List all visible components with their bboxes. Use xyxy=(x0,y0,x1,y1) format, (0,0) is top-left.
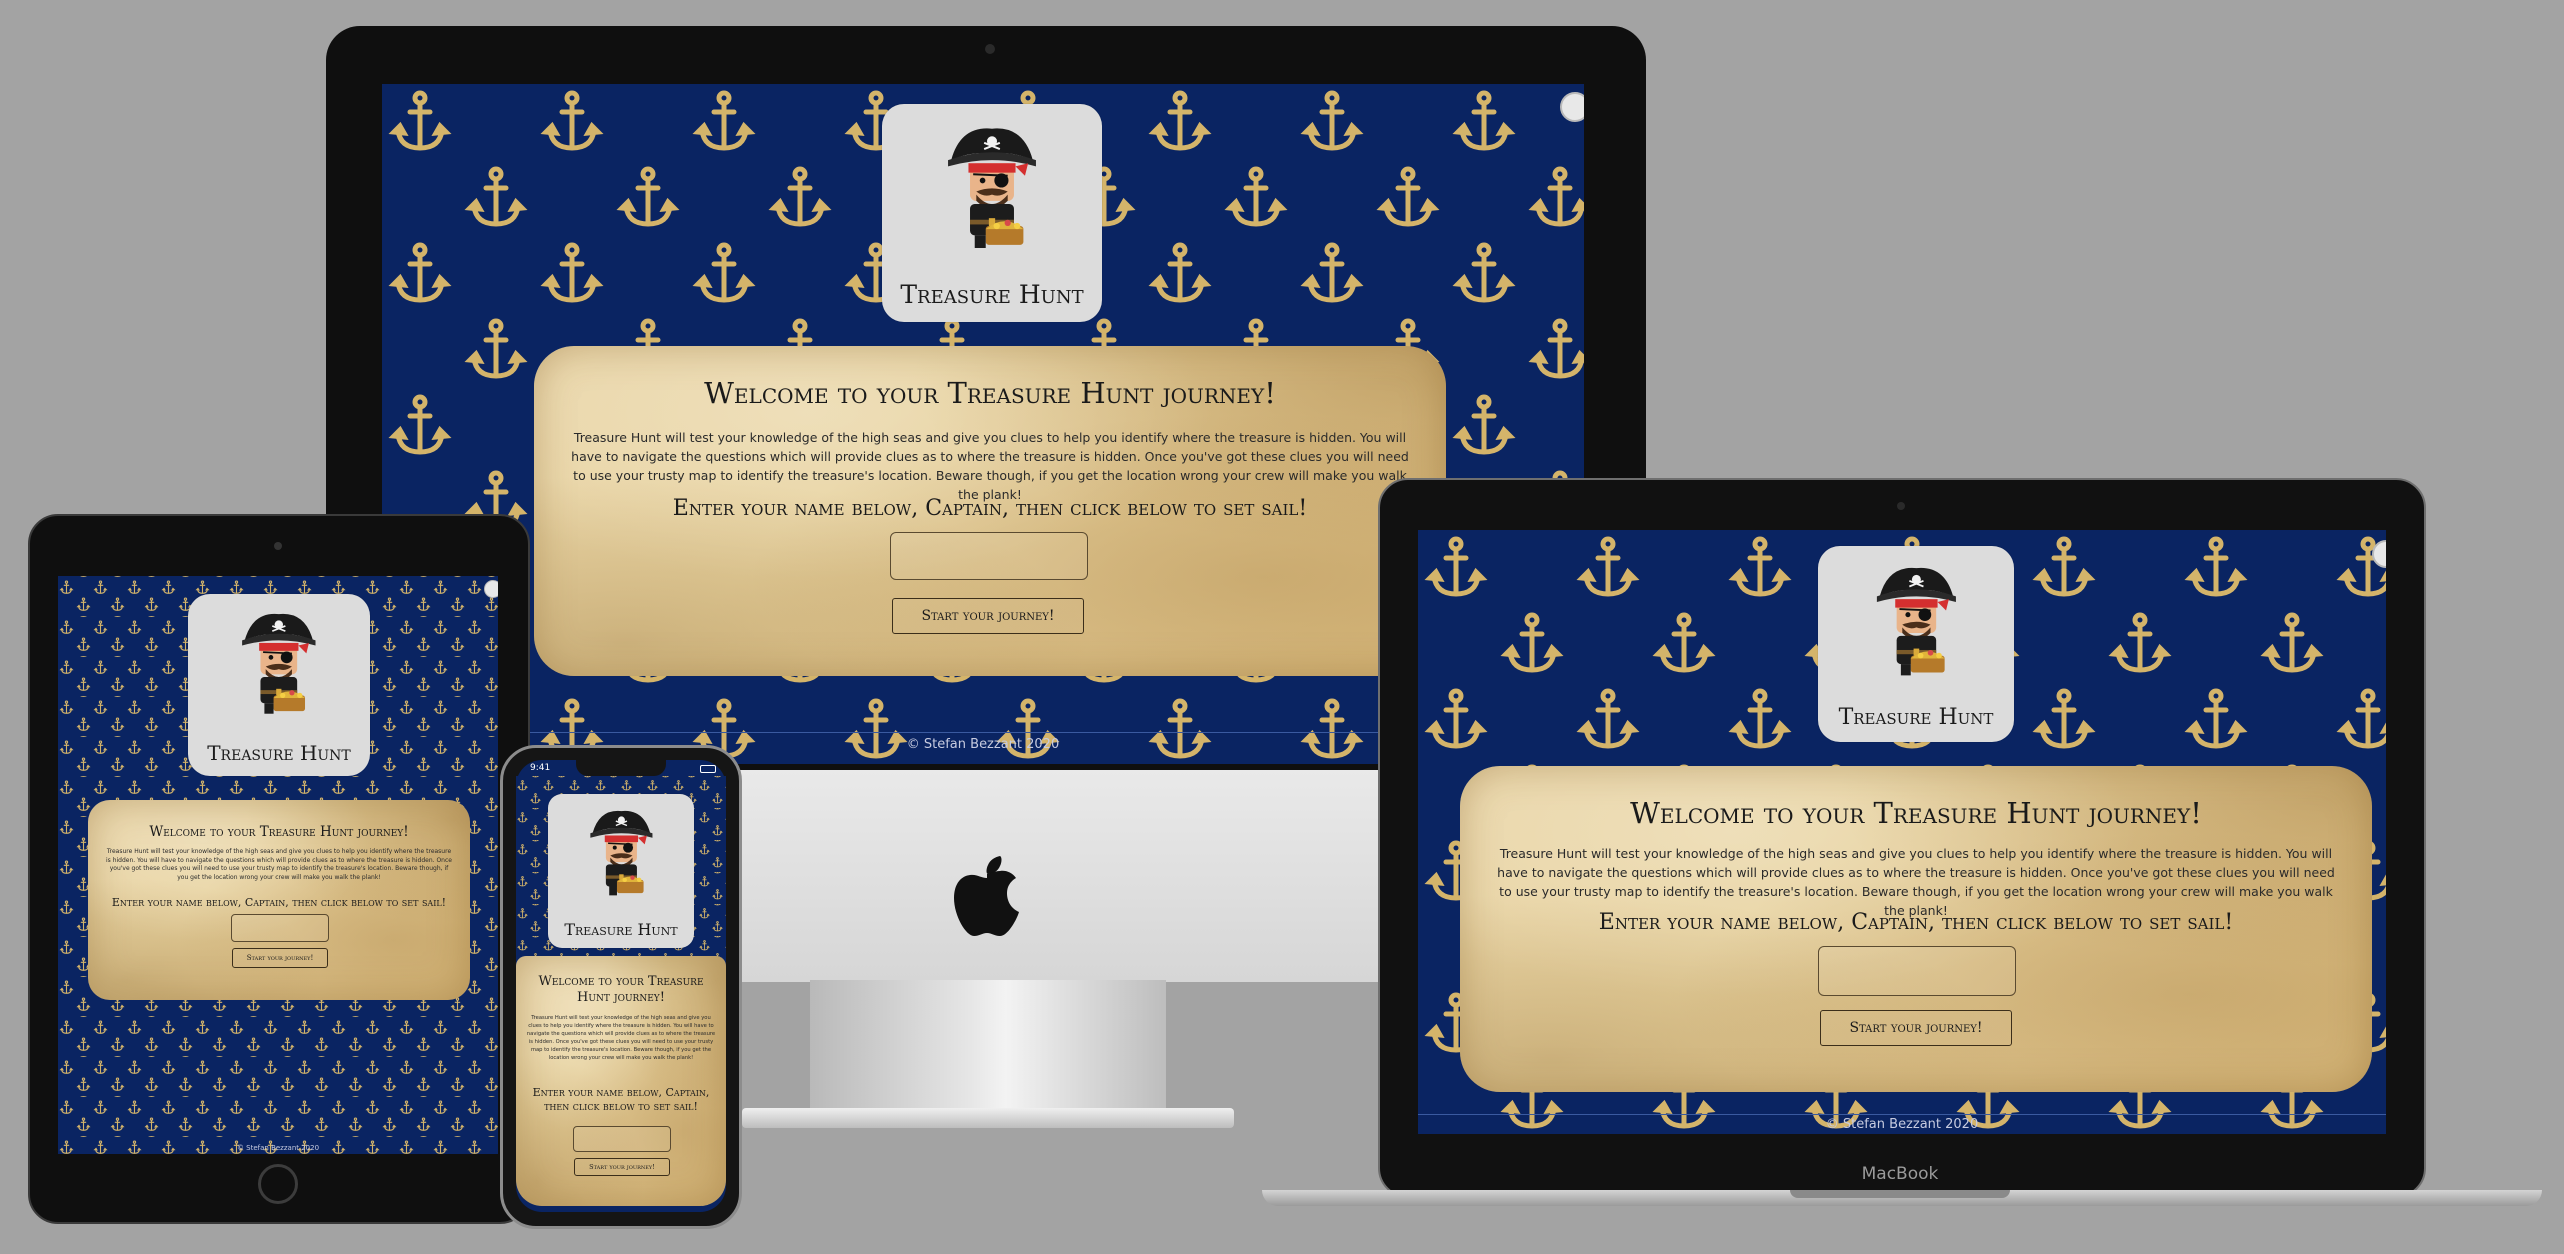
site-footer: © Stefan Bezzant 2020 xyxy=(1418,1114,2386,1132)
start-journey-button[interactable]: Start your journey! xyxy=(574,1158,670,1176)
iphone-screen: Treasure Hunt Welcome to your Treasure H… xyxy=(516,776,726,1206)
home-button[interactable] xyxy=(258,1164,298,1204)
name-input[interactable] xyxy=(231,914,329,942)
site-brand: Treasure Hunt xyxy=(564,919,678,939)
intro-text: Treasure Hunt will test your knowledge o… xyxy=(571,430,1409,502)
site-brand: Treasure Hunt xyxy=(900,279,1084,309)
name-prompt: Enter your name below, Captain, then cli… xyxy=(1598,910,2234,935)
site-brand: Treasure Hunt xyxy=(1838,705,1994,731)
name-prompt: Enter your name below, Captain, then cli… xyxy=(672,496,1308,521)
welcome-card: Welcome to your Treasure Hunt journey! T… xyxy=(1460,766,2372,1092)
welcome-heading: Welcome to your Treasure Hunt journey! xyxy=(149,824,409,840)
name-input[interactable] xyxy=(573,1126,671,1152)
scroll-top-button[interactable] xyxy=(1560,92,1584,122)
macbook-screen: Treasure Hunt Welcome to your Treasure H… xyxy=(1418,530,2386,1134)
pirate-icon xyxy=(1838,554,1995,695)
site-footer: © Stefan Bezzant 2020 xyxy=(236,1144,320,1152)
laptop-label: MacBook xyxy=(1861,1164,1939,1184)
welcome-card: Welcome to your Treasure Hunt journey! T… xyxy=(534,346,1446,676)
name-input[interactable] xyxy=(890,532,1088,580)
welcome-heading: Welcome to your Treasure Hunt journey! xyxy=(538,974,704,1005)
site-logo[interactable]: Treasure Hunt xyxy=(548,794,694,948)
intro-text: Treasure Hunt will test your knowledge o… xyxy=(526,1015,716,1061)
start-journey-button[interactable]: Start your journey! xyxy=(232,948,328,968)
scroll-top-button[interactable] xyxy=(484,580,498,598)
site-brand: Treasure Hunt xyxy=(207,741,351,766)
welcome-heading: Welcome to your Treasure Hunt journey! xyxy=(704,376,1276,410)
site-logo[interactable]: Treasure Hunt xyxy=(1818,546,2014,742)
intro-text: Treasure Hunt will test your knowledge o… xyxy=(1497,846,2335,918)
apple-logo-icon xyxy=(952,852,1022,938)
welcome-card: Welcome to your Treasure Hunt journey! T… xyxy=(88,800,470,1000)
start-journey-button[interactable]: Start your journey! xyxy=(1820,1010,2012,1046)
site-logo[interactable]: Treasure Hunt xyxy=(882,104,1102,322)
welcome-heading: Welcome to your Treasure Hunt journey! xyxy=(1630,796,2202,830)
site-logo[interactable]: Treasure Hunt xyxy=(188,594,370,776)
ipad-screen: Treasure Hunt Welcome to your Treasure H… xyxy=(58,576,498,1154)
battery-icon xyxy=(700,765,716,773)
pirate-icon xyxy=(206,601,352,732)
pirate-icon xyxy=(563,800,680,911)
start-journey-button[interactable]: Start your journey! xyxy=(892,598,1084,634)
welcome-card: Welcome to your Treasure Hunt journey! T… xyxy=(516,956,726,1206)
pirate-icon xyxy=(904,113,1080,270)
intro-text: Treasure Hunt will test your knowledge o… xyxy=(106,848,452,881)
phone-time: 9:41 xyxy=(530,763,551,773)
name-prompt: Enter your name below, Captain, then cli… xyxy=(111,896,447,909)
phone-notch xyxy=(576,760,666,776)
name-input[interactable] xyxy=(1818,946,2016,996)
name-prompt: Enter your name below, Captain, then cli… xyxy=(532,1086,710,1113)
